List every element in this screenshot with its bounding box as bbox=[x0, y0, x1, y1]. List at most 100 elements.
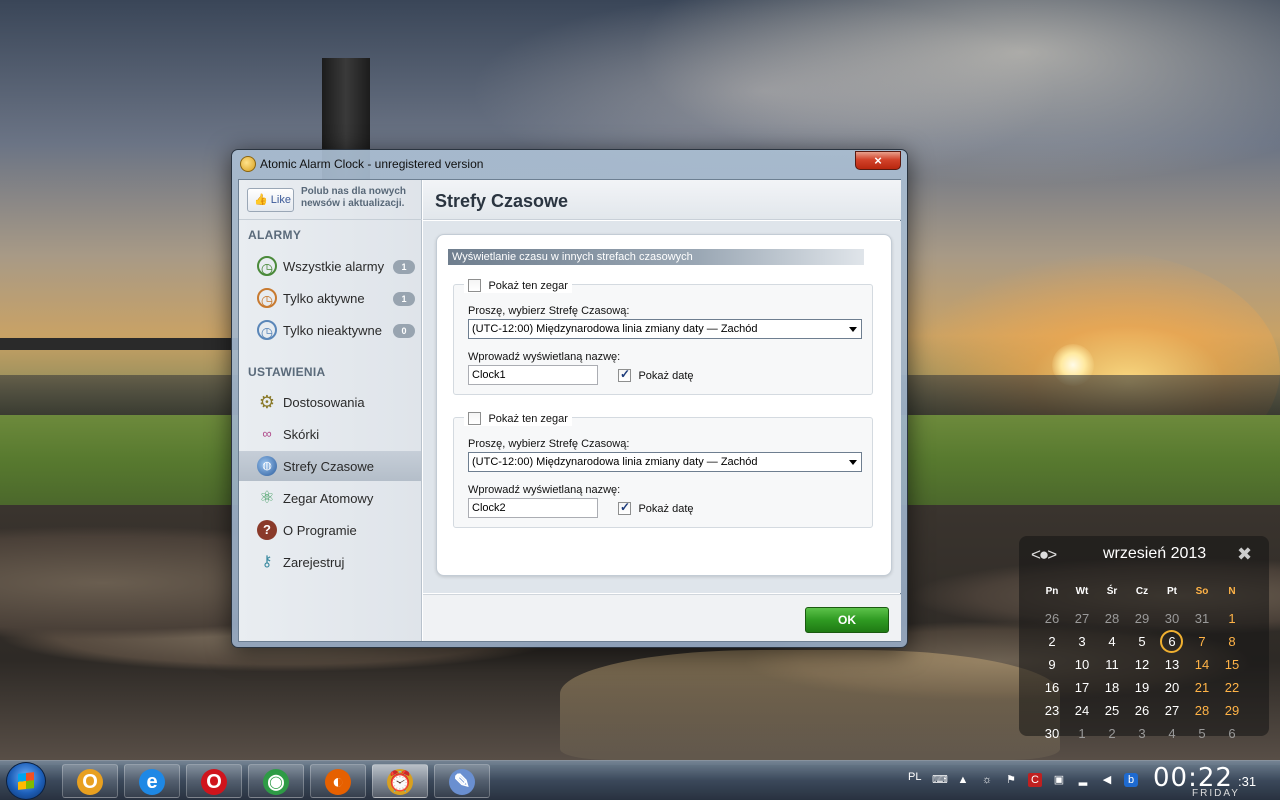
calendar-day[interactable]: 10 bbox=[1067, 653, 1097, 676]
calendar-day[interactable]: 30 bbox=[1037, 722, 1067, 745]
sidebar-heading-settings: USTAWIENIA bbox=[248, 365, 326, 379]
calendar-day[interactable]: 1 bbox=[1217, 607, 1247, 630]
display-name-input[interactable]: Clock1 bbox=[468, 365, 598, 385]
calendar-day[interactable]: 5 bbox=[1127, 630, 1157, 653]
calendar-day[interactable]: 25 bbox=[1097, 699, 1127, 722]
calendar-day[interactable]: 9 bbox=[1037, 653, 1067, 676]
timezone-select[interactable]: (UTC-12:00) Międzynarodowa linia zmiany … bbox=[468, 452, 862, 472]
sidebar-item-label: Tylko nieaktywne bbox=[283, 323, 382, 338]
calendar-week-row: 2345678 bbox=[1037, 630, 1265, 653]
calendar-day[interactable]: 13 bbox=[1157, 653, 1187, 676]
calendar-day[interactable]: 2 bbox=[1037, 630, 1067, 653]
calendar-weekday-row: Pn Wt Śr Cz Pt So N bbox=[1037, 584, 1265, 607]
calendar-day[interactable]: 15 bbox=[1217, 653, 1247, 676]
cloud-sync-icon[interactable]: b bbox=[1124, 773, 1138, 787]
calendar-day[interactable]: 21 bbox=[1187, 676, 1217, 699]
taskbar-app-firefox[interactable]: ◐ bbox=[310, 764, 366, 798]
calendar-day[interactable]: 17 bbox=[1067, 676, 1097, 699]
sidebar-item-atomic-clock[interactable]: ⚛ Zegar Atomowy bbox=[239, 483, 421, 513]
calendar-day[interactable]: 30 bbox=[1157, 607, 1187, 630]
sidebar-item-all-alarms[interactable]: ◷ Wszystkie alarmy 1 bbox=[239, 251, 421, 281]
device-icon[interactable]: ▣ bbox=[1052, 773, 1066, 787]
window-client-area: 👍 Like Polub nas dla nowych newsów i akt… bbox=[238, 179, 901, 642]
calendar-day[interactable]: 29 bbox=[1217, 699, 1247, 722]
calendar-weekday: Pt bbox=[1167, 586, 1177, 597]
action-center-flag-icon[interactable]: ⚑ bbox=[1004, 773, 1018, 787]
ok-button[interactable]: OK bbox=[805, 607, 889, 633]
sidebar-item-label: Skórki bbox=[283, 427, 320, 442]
show-hidden-icons-icon[interactable]: ▲ bbox=[956, 773, 970, 787]
globe-icon: ◍ bbox=[257, 456, 277, 476]
calendar-day[interactable]: 24 bbox=[1067, 699, 1097, 722]
start-button[interactable] bbox=[6, 762, 46, 800]
calendar-day[interactable]: 27 bbox=[1157, 699, 1187, 722]
show-date-toggle[interactable]: Pokaż datę bbox=[618, 367, 694, 385]
volume-icon[interactable]: ◀ bbox=[1100, 773, 1114, 787]
main-header: Strefy Czasowe bbox=[423, 180, 901, 220]
show-clock-checkbox[interactable] bbox=[468, 412, 481, 426]
sidebar-item-skins[interactable]: ∞ Skórki bbox=[239, 419, 421, 449]
taskbar-clock-seconds: :31 bbox=[1238, 774, 1257, 789]
calendar-day[interactable]: 14 bbox=[1187, 653, 1217, 676]
sidebar: 👍 Like Polub nas dla nowych newsów i akt… bbox=[239, 180, 422, 641]
calendar-day[interactable]: 31 bbox=[1187, 607, 1217, 630]
calendar-day[interactable]: 5 bbox=[1187, 722, 1217, 745]
calendar-day-today[interactable]: 6 bbox=[1157, 630, 1187, 653]
taskbar-app-outlook[interactable]: O bbox=[62, 764, 118, 798]
weather-icon[interactable]: ☼ bbox=[980, 773, 994, 787]
calendar-day[interactable]: 16 bbox=[1037, 676, 1067, 699]
calendar-day[interactable]: 27 bbox=[1067, 607, 1097, 630]
taskbar-app-atomic-alarm-clock[interactable]: ⏰ bbox=[372, 764, 428, 798]
taskbar-app-opera[interactable]: O bbox=[186, 764, 242, 798]
taskbar-app-paint[interactable]: ✎ bbox=[434, 764, 490, 798]
calendar-day[interactable]: 1 bbox=[1067, 722, 1097, 745]
sidebar-item-register[interactable]: ⚷ Zarejestruj bbox=[239, 547, 421, 577]
calendar-day[interactable]: 19 bbox=[1127, 676, 1157, 699]
calendar-day[interactable]: 2 bbox=[1097, 722, 1127, 745]
show-date-toggle[interactable]: Pokaż datę bbox=[618, 500, 694, 518]
window-titlebar[interactable]: Atomic Alarm Clock - unregistered versio… bbox=[232, 150, 907, 178]
facebook-like-button[interactable]: 👍 Like bbox=[247, 188, 294, 212]
sidebar-item-time-zones[interactable]: ◍ Strefy Czasowe bbox=[239, 451, 421, 481]
calendar-gadget: <●> wrzesień 2013 ✖ Pn Wt Śr Cz Pt So N 26 27 28 2… bbox=[1019, 536, 1269, 741]
calendar-day[interactable]: 3 bbox=[1127, 722, 1157, 745]
window-close-button[interactable]: × bbox=[855, 151, 901, 170]
calendar-day[interactable]: 28 bbox=[1097, 607, 1127, 630]
alarm-clock-icon: ◷ bbox=[257, 288, 277, 308]
calendar-day[interactable]: 29 bbox=[1127, 607, 1157, 630]
calendar-day[interactable]: 4 bbox=[1157, 722, 1187, 745]
sidebar-item-active-alarms[interactable]: ◷ Tylko aktywne 1 bbox=[239, 283, 421, 313]
calendar-day[interactable]: 28 bbox=[1187, 699, 1217, 722]
taskbar-app-internet-explorer[interactable]: e bbox=[124, 764, 180, 798]
calendar-day[interactable]: 26 bbox=[1037, 607, 1067, 630]
calendar-nav-arrows[interactable]: <●> bbox=[1031, 545, 1057, 565]
calendar-day[interactable]: 18 bbox=[1097, 676, 1127, 699]
taskbar-app-chrome[interactable]: ◉ bbox=[248, 764, 304, 798]
sidebar-item-customize[interactable]: ⚙ Dostosowania bbox=[239, 387, 421, 417]
calendar-day[interactable]: 26 bbox=[1127, 699, 1157, 722]
calendar-day[interactable]: 4 bbox=[1097, 630, 1127, 653]
show-clock-toggle[interactable]: Pokaż ten zegar bbox=[464, 277, 572, 293]
sidebar-item-about[interactable]: ? O Programie bbox=[239, 515, 421, 545]
calendar-day[interactable]: 11 bbox=[1097, 653, 1127, 676]
calendar-day[interactable]: 8 bbox=[1217, 630, 1247, 653]
show-clock-toggle[interactable]: Pokaż ten zegar bbox=[464, 410, 572, 426]
calendar-day[interactable]: 7 bbox=[1187, 630, 1217, 653]
calendar-day[interactable]: 3 bbox=[1067, 630, 1097, 653]
timezone-select[interactable]: (UTC-12:00) Międzynarodowa linia zmiany … bbox=[468, 319, 862, 339]
display-name-input[interactable]: Clock2 bbox=[468, 498, 598, 518]
calendar-day[interactable]: 22 bbox=[1217, 676, 1247, 699]
keyboard-icon[interactable]: ⌨ bbox=[932, 773, 948, 787]
show-date-checkbox[interactable] bbox=[618, 367, 631, 383]
language-indicator[interactable]: PL bbox=[908, 771, 921, 783]
antivirus-icon[interactable]: C bbox=[1028, 773, 1042, 787]
close-icon[interactable]: ✖ bbox=[1237, 544, 1252, 565]
calendar-day[interactable]: 12 bbox=[1127, 653, 1157, 676]
calendar-day[interactable]: 23 bbox=[1037, 699, 1067, 722]
sidebar-item-inactive-alarms[interactable]: ◷ Tylko nieaktywne 0 bbox=[239, 315, 421, 345]
show-date-checkbox[interactable] bbox=[618, 500, 631, 516]
show-clock-checkbox[interactable] bbox=[468, 279, 481, 293]
network-signal-icon[interactable]: ▂ bbox=[1076, 773, 1090, 787]
calendar-day[interactable]: 6 bbox=[1217, 722, 1247, 745]
calendar-day[interactable]: 20 bbox=[1157, 676, 1187, 699]
